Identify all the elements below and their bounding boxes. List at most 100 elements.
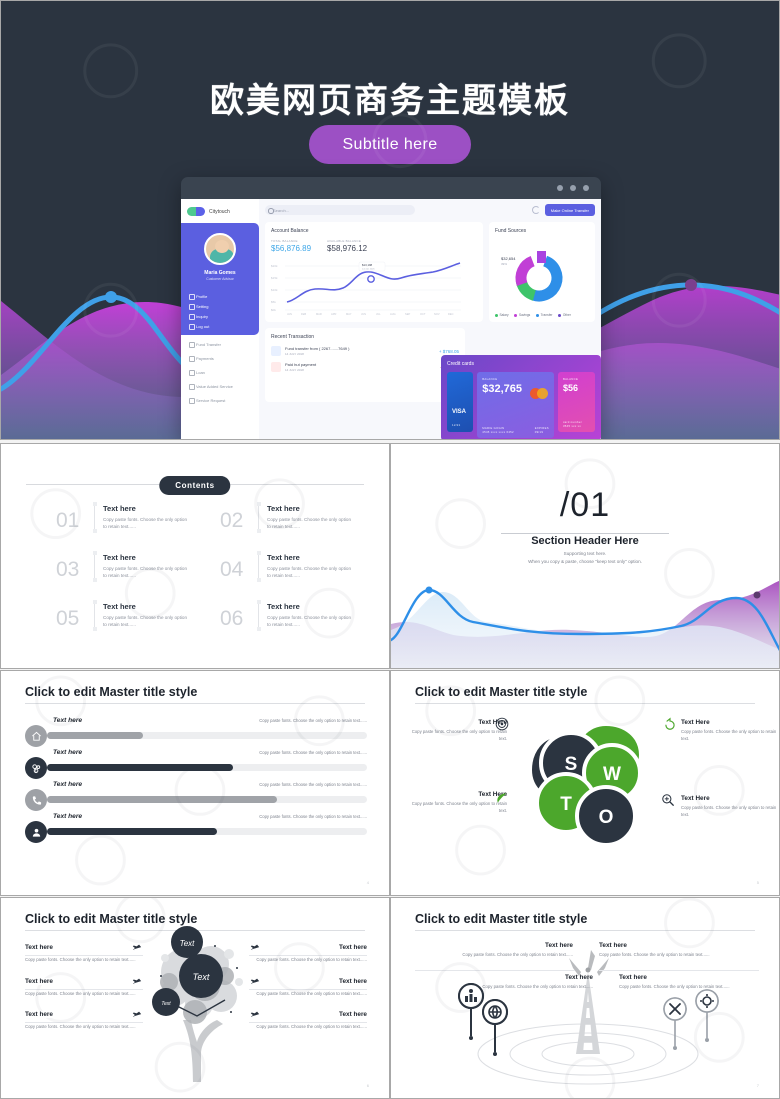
swot-callout[interactable]: Text Here Copy paste fonts. Choose the o… <box>403 791 507 814</box>
nav-item[interactable]: Service Request <box>187 393 253 407</box>
slide-2-contents[interactable]: Contents 01 Text here Copy paste fonts. … <box>0 443 390 669</box>
svg-text:JUL: JUL <box>376 312 381 316</box>
swot-letter-w: W <box>603 764 621 785</box>
progress-fill <box>47 732 143 739</box>
list-item[interactable]: Text here Copy paste fonts. Choose the o… <box>249 944 367 964</box>
swot-callout[interactable]: Text Here Copy paste fonts. Choose the o… <box>403 719 507 742</box>
item-body: Copy paste fonts. Choose the only option… <box>267 615 352 628</box>
progress-track[interactable] <box>47 732 367 739</box>
make-transfer-button[interactable]: Make Online Transfer <box>544 204 595 216</box>
swot-letter-o: O <box>599 807 614 828</box>
svg-text:MAY: MAY <box>346 312 352 316</box>
page-title: Click to edit Master title style <box>415 912 588 926</box>
plane-icon <box>132 944 142 951</box>
nav-item[interactable]: Value Added Service <box>187 379 253 393</box>
divider <box>415 970 575 971</box>
phone-icon <box>25 789 47 811</box>
nav-item[interactable]: Log out <box>187 321 253 331</box>
callout-body: Copy paste fonts. Choose the only option… <box>681 729 777 741</box>
list-item[interactable]: Text here Copy paste fonts. Choose the o… <box>25 944 143 964</box>
card-title: Recent Transaction <box>271 334 315 340</box>
mock-brand: Citytouch <box>181 203 259 220</box>
list-item[interactable]: 02 Text here Copy paste fonts. Choose th… <box>220 502 356 533</box>
progress-track[interactable] <box>47 796 367 803</box>
tree-left-column: Text here Copy paste fonts. Choose the o… <box>25 944 143 1045</box>
tree-bubble-label: Text <box>161 1001 171 1007</box>
list-item[interactable]: 04 Text here Copy paste fonts. Choose th… <box>220 551 356 582</box>
mock-sidebar: Citytouch Maria Gomes Customer Advisor P… <box>181 199 259 439</box>
callout-body: Copy paste fonts. Choose the only option… <box>681 805 777 817</box>
progress-fill <box>47 828 217 835</box>
progress-track[interactable] <box>47 764 367 771</box>
callout-heading: Text Here <box>478 791 507 798</box>
page-title: 欧美网页商务主题模板 <box>210 82 570 120</box>
swot-callout[interactable]: Text Here Copy paste fonts. Choose the o… <box>681 719 779 742</box>
item-heading: Text here <box>267 504 300 513</box>
nav-item[interactable]: Loan <box>187 365 253 379</box>
mock-nav-primary[interactable]: Profile Setting Inquiry Log out <box>181 291 259 331</box>
nav-item[interactable]: Setting <box>187 301 253 311</box>
tower-callout[interactable]: Text here Copy paste fonts. Choose the o… <box>423 942 573 959</box>
slide-3-section-header[interactable]: /01 Section Header Here Supporting text … <box>390 443 780 669</box>
tower-callout[interactable]: Text here Copy paste fonts. Choose the o… <box>599 942 749 959</box>
list-item[interactable]: Text here Copy paste fonts. Choose the o… <box>249 1011 367 1031</box>
progress-row[interactable]: $ Text here Copy paste fonts. Choose the… <box>25 749 367 779</box>
slide-7-tower[interactable]: Click to edit Master title style Text he… <box>390 897 780 1099</box>
list-item[interactable]: Text here Copy paste fonts. Choose the o… <box>249 977 367 998</box>
list-item[interactable]: 01 Text here Copy paste fonts. Choose th… <box>56 502 192 533</box>
list-item[interactable]: Text here Copy paste fonts. Choose the o… <box>25 1011 143 1031</box>
subtitle-pill[interactable]: Subtitle here <box>309 125 471 164</box>
card-title: Credit cards <box>447 361 474 367</box>
visa-expiry: 12/21 <box>452 423 461 427</box>
refresh-icon[interactable] <box>531 206 540 214</box>
item-number: 03 <box>56 558 80 581</box>
leaf-icon <box>497 793 507 803</box>
row-desc: Copy paste fonts. Choose the only option… <box>259 750 367 755</box>
tower-callout[interactable]: Text here Copy paste fonts. Choose the o… <box>443 974 593 991</box>
item-body: Copy paste fonts. Choose the only option… <box>256 957 367 962</box>
swot-callout[interactable]: Text Here Copy paste fonts. Choose the o… <box>681 795 779 818</box>
slide-5-swot[interactable]: Click to edit Master title style S W T O… <box>390 670 780 896</box>
nav-item[interactable]: Profile <box>187 291 253 301</box>
mastercard-icon <box>529 388 548 399</box>
tower-callout[interactable]: Text here Copy paste fonts. Choose the o… <box>619 974 769 991</box>
progress-row[interactable]: Text here Copy paste fonts. Choose the o… <box>25 813 367 843</box>
transaction-row: Paid hut payment 14 JULY 2018 - $768.05 <box>271 362 459 372</box>
slide-4-progress[interactable]: Click to edit Master title style Text he… <box>0 670 390 896</box>
slide-6-tree[interactable]: Click to edit Master title style Text Te… <box>0 897 390 1099</box>
nav-item[interactable]: Fund Transfer <box>187 337 253 351</box>
list-item[interactable]: 05 Text here Copy paste fonts. Choose th… <box>56 600 192 631</box>
svg-text:$0k: $0k <box>271 308 276 312</box>
slide-1-title[interactable]: 欧美网页商务主题模板 Subtitle here Citytouch Maria… <box>0 0 780 440</box>
progress-track[interactable] <box>47 828 367 835</box>
callout-body: Copy paste fonts. Choose the only option… <box>411 801 507 813</box>
divider <box>599 970 759 971</box>
progress-fill <box>47 764 233 771</box>
donut-callout-value: $32,654 <box>501 256 516 261</box>
list-item[interactable]: 06 Text here Copy paste fonts. Choose th… <box>220 600 356 631</box>
tree-bubble-label: Text <box>180 939 196 948</box>
search-input[interactable]: Search... <box>265 205 415 215</box>
list-item[interactable]: 03 Text here Copy paste fonts. Choose th… <box>56 551 192 582</box>
transaction-date: 14 JULY 2018 <box>285 352 304 356</box>
svg-text:SEP: SEP <box>405 312 410 316</box>
callout-body: Copy paste fonts. Choose the only option… <box>462 952 573 957</box>
item-heading: Text here <box>25 1011 56 1019</box>
list-item[interactable]: Text here Copy paste fonts. Choose the o… <box>25 977 143 998</box>
callout-heading: Text Here <box>681 795 710 802</box>
tower-graphic <box>458 950 719 1085</box>
progress-row[interactable]: Text here Copy paste fonts. Choose the o… <box>25 781 367 811</box>
plane-icon <box>250 978 260 984</box>
transaction-icon <box>271 346 281 356</box>
donut-callout-pct: 39% <box>501 262 507 266</box>
callout-heading: Text Here <box>478 719 507 726</box>
nav-item[interactable]: Payments <box>187 351 253 365</box>
contents-list: 01 Text here Copy paste fonts. Choose th… <box>56 502 356 631</box>
mock-nav-secondary[interactable]: Fund Transfer Payments Loan Value Added … <box>181 337 259 407</box>
nav-item[interactable]: Inquiry <box>187 311 253 321</box>
svg-text:MAR: MAR <box>316 312 322 316</box>
progress-row[interactable]: Text here Copy paste fonts. Choose the o… <box>25 717 367 747</box>
transaction-date: 14 JULY 2018 <box>285 368 304 372</box>
swot-diagram[interactable]: S W T O <box>516 713 666 858</box>
legend-item: Savings <box>514 313 530 317</box>
